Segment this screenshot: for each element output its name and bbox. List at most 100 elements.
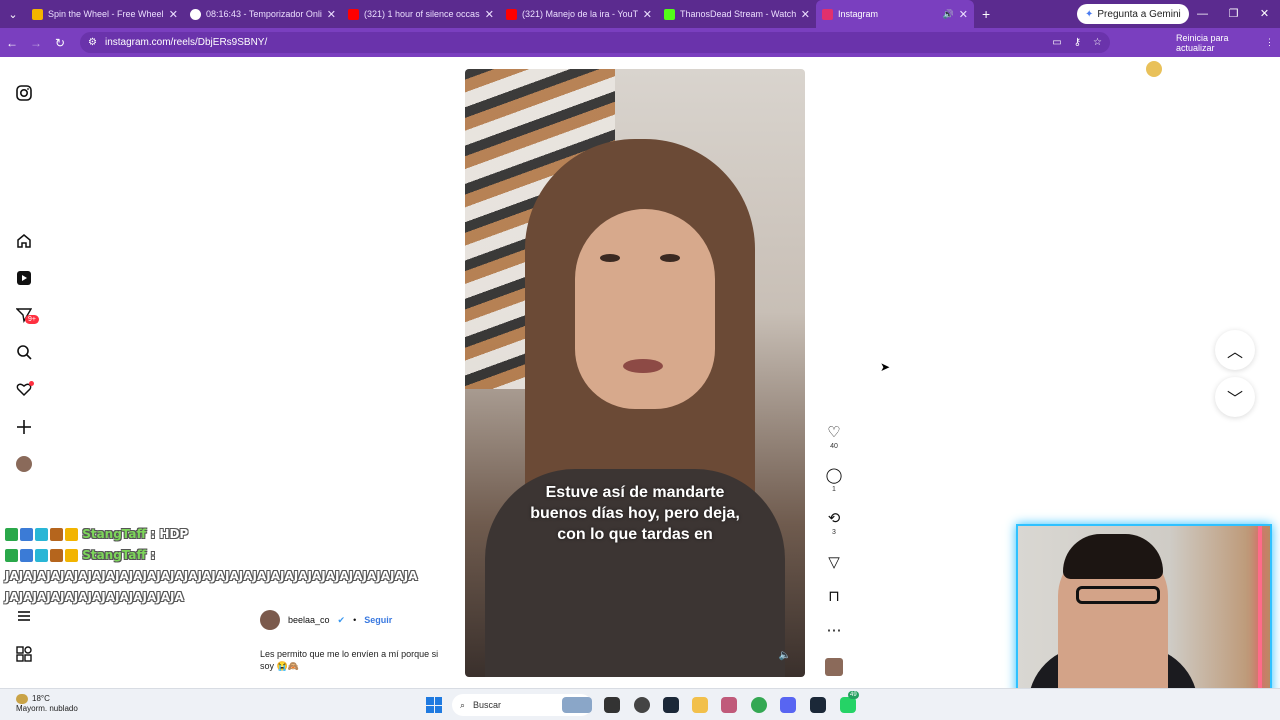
- comment-button[interactable]: ◯ 1: [820, 466, 848, 493]
- close-tab-icon[interactable]: ✕: [485, 8, 494, 21]
- weather-text: Mayorm. nublado: [16, 704, 78, 714]
- previous-reel-button[interactable]: ︿: [1215, 330, 1255, 370]
- tab-instagram[interactable]: Instagram 🔊 ✕: [816, 0, 974, 28]
- media-controls-icon[interactable]: ♫: [1121, 62, 1129, 73]
- search-icon: ⌕: [460, 699, 466, 710]
- neon-light: [1258, 526, 1262, 712]
- new-tab-button[interactable]: +: [982, 6, 990, 22]
- video-eye: [600, 254, 620, 262]
- chat-badges: [5, 549, 78, 562]
- separator-dot: •: [353, 615, 357, 625]
- minimize-icon[interactable]: —: [1187, 0, 1218, 28]
- audio-toggle-icon[interactable]: 🔈: [779, 650, 791, 661]
- home-icon[interactable]: [15, 232, 33, 250]
- site-info-icon[interactable]: ⚙: [88, 37, 97, 48]
- instagram-logo-icon[interactable]: [15, 84, 33, 102]
- tab-title: ThanosDead Stream - Watch Li: [680, 9, 796, 19]
- author-avatar[interactable]: [260, 610, 280, 630]
- discord-icon[interactable]: [780, 697, 796, 713]
- author-username[interactable]: beelaa_co: [288, 615, 330, 625]
- chat-text: JAJAJAJAJAJAJAJAJAJAJAJAJAJAJAJAJAJAJAJA…: [5, 569, 418, 604]
- comment-count: 1: [832, 486, 836, 493]
- search-placeholder: Buscar: [473, 700, 502, 710]
- back-icon[interactable]: ←: [0, 36, 24, 50]
- also-from-meta-icon[interactable]: [15, 645, 33, 663]
- badge-icon: [65, 528, 78, 541]
- profile-avatar-nav[interactable]: [16, 456, 32, 472]
- address-bar[interactable]: ⚙ instagram.com/reels/DbjERs9SBNY/ ▭ ⚷ ☆: [80, 32, 1110, 53]
- tab-title: (321) Manejo de la ira - YouTub: [522, 9, 638, 19]
- profile-avatar[interactable]: [1146, 61, 1162, 77]
- file-explorer-icon[interactable]: [692, 697, 708, 713]
- password-key-icon[interactable]: ⚷: [1074, 37, 1081, 48]
- forward-icon[interactable]: →: [24, 36, 48, 50]
- task-view-icon[interactable]: [604, 697, 620, 713]
- tab-spin-wheel[interactable]: Spin the Wheel - Free Wheel Sp ✕: [26, 0, 184, 28]
- close-window-icon[interactable]: ✕: [1249, 0, 1280, 28]
- search-icon[interactable]: [15, 343, 33, 361]
- bookmark-star-icon[interactable]: ☆: [1093, 37, 1102, 48]
- chevron-up-icon: ︿: [1226, 344, 1243, 361]
- close-tab-icon[interactable]: ✕: [959, 8, 968, 21]
- tab-timer[interactable]: 08:16:43 - Temporizador Online ✕: [184, 0, 342, 28]
- audio-thumbnail[interactable]: [825, 658, 843, 676]
- tab-youtube-ira[interactable]: (321) Manejo de la ira - YouTub ✕: [500, 0, 658, 28]
- save-button[interactable]: ⊓: [820, 587, 848, 605]
- messages-badge: 9+: [25, 315, 39, 324]
- close-tab-icon[interactable]: ✕: [327, 8, 336, 21]
- url-text: instagram.com/reels/DbjERs9SBNY/: [104, 37, 268, 48]
- gemini-button[interactable]: ✦ Pregunta a Gemini: [1077, 4, 1189, 24]
- weather-cloud-icon: [16, 694, 28, 704]
- reel-caption: beelaa_co ✔ • Seguir Les permito que me …: [260, 610, 450, 672]
- cast-icon[interactable]: ▭: [1052, 37, 1061, 48]
- tab-search-icon[interactable]: ⌄: [0, 0, 26, 28]
- reel-video[interactable]: Estuve así de mandarte buenos días hoy, …: [465, 69, 805, 677]
- tab-youtube-silence[interactable]: (321) 1 hour of silence occasio ✕: [342, 0, 500, 28]
- close-tab-icon[interactable]: ✕: [801, 8, 810, 21]
- check-favicon-icon: [190, 8, 201, 20]
- reload-icon[interactable]: ↻: [48, 36, 72, 50]
- tab-title: Instagram: [838, 9, 879, 19]
- obs-icon[interactable]: [634, 697, 650, 713]
- gemini-label: Pregunta a Gemini: [1097, 8, 1181, 20]
- window-controls: — ❐ ✕: [1187, 0, 1280, 28]
- whatsapp-icon[interactable]: [840, 697, 856, 713]
- share-button[interactable]: ▽: [820, 553, 848, 571]
- video-subtitle: Estuve así de mandarte buenos días hoy, …: [530, 484, 740, 543]
- youtube-favicon-icon: [348, 8, 359, 20]
- chrome-icon[interactable]: [751, 697, 767, 713]
- youtube-favicon-icon: [506, 8, 517, 20]
- chat-message: StangTaff : JAJAJAJAJAJAJAJAJAJAJAJAJAJA…: [5, 548, 418, 604]
- windows-start-icon[interactable]: [426, 697, 442, 713]
- verified-badge-icon: ✔: [337, 614, 346, 625]
- more-menu-icon[interactable]: [15, 607, 33, 625]
- weather-widget[interactable]: 18°C Mayorm. nublado: [16, 694, 78, 714]
- kebab-menu-icon[interactable]: ⋮: [1265, 37, 1274, 48]
- restore-icon[interactable]: ❐: [1218, 0, 1249, 28]
- like-button[interactable]: ♡ 40: [820, 423, 848, 450]
- repost-button[interactable]: ⟲ 3: [820, 509, 848, 536]
- speaker-icon[interactable]: 🔊: [943, 9, 954, 20]
- heart-icon: ♡: [827, 424, 841, 441]
- steam-icon[interactable]: [663, 697, 679, 713]
- next-reel-button[interactable]: ﹀: [1215, 377, 1255, 417]
- badge-icon: [5, 528, 18, 541]
- close-tab-icon[interactable]: ✕: [643, 8, 652, 21]
- follow-button[interactable]: Seguir: [364, 615, 392, 625]
- create-plus-icon[interactable]: [15, 418, 33, 436]
- temperature: 18°C: [32, 694, 50, 704]
- app-icon[interactable]: [721, 697, 737, 713]
- close-tab-icon[interactable]: ✕: [169, 8, 178, 21]
- more-options-button[interactable]: ⋯: [820, 621, 848, 639]
- badge-icon: [20, 549, 33, 562]
- tab-kick-stream[interactable]: ThanosDead Stream - Watch Li ✕: [658, 0, 816, 28]
- comment-bubble-icon: ◯: [825, 467, 843, 484]
- tab-title: Spin the Wheel - Free Wheel Sp: [48, 9, 164, 19]
- search-highlight-icon[interactable]: [562, 697, 592, 713]
- windows-taskbar: 18°C Mayorm. nublado ⌕ Buscar 49: [0, 688, 1280, 720]
- restart-to-update-button[interactable]: Reinicia para actualizar ⋮: [1170, 32, 1280, 53]
- steam-icon[interactable]: [810, 697, 826, 713]
- badge-icon: [50, 528, 63, 541]
- reels-icon[interactable]: [15, 269, 33, 287]
- webcam-glasses: [1076, 586, 1160, 604]
